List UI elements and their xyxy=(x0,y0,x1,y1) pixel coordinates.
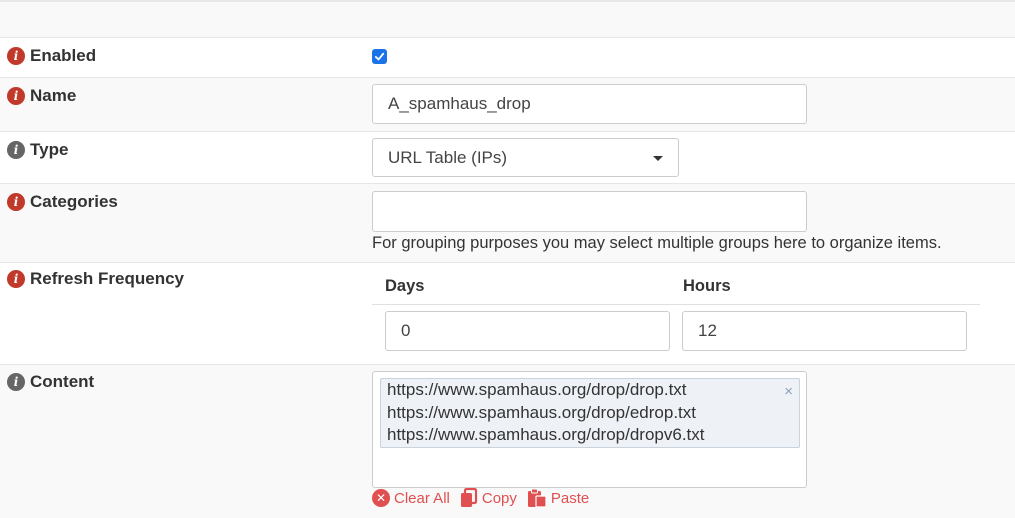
clear-circle-icon: ✕ xyxy=(372,489,390,507)
content-url-item: https://www.spamhaus.org/drop/drop.txt xyxy=(387,380,687,399)
paste-button[interactable]: Paste xyxy=(527,488,589,508)
type-label-text: Type xyxy=(30,140,69,159)
refresh-header-divider xyxy=(372,304,980,305)
categories-help-text: For grouping purposes you may select mul… xyxy=(372,234,942,252)
info-icon[interactable]: i xyxy=(7,47,25,65)
content-url-item: https://www.spamhaus.org/drop/dropv6.txt xyxy=(387,425,705,444)
enabled-row: i Enabled xyxy=(0,38,1015,78)
type-select-value: URL Table (IPs) xyxy=(388,147,508,167)
content-tag[interactable]: https://www.spamhaus.org/drop/drop.txt h… xyxy=(380,378,800,448)
content-label: i Content xyxy=(7,372,94,392)
info-icon[interactable]: i xyxy=(7,193,25,211)
clear-all-label: Clear All xyxy=(394,489,450,507)
clear-all-button[interactable]: ✕ Clear All xyxy=(372,489,450,507)
info-icon[interactable]: i xyxy=(7,270,25,288)
categories-label: i Categories xyxy=(7,192,118,212)
name-row: i Name A_spamhaus_drop xyxy=(0,78,1015,132)
info-icon[interactable]: i xyxy=(7,141,25,159)
name-label-text: Name xyxy=(30,86,77,105)
checkmark-icon xyxy=(374,52,385,61)
info-icon[interactable]: i xyxy=(7,87,25,105)
paste-label: Paste xyxy=(550,489,590,507)
type-label: i Type xyxy=(7,140,68,160)
content-actions: ✕ Clear All Copy Paste xyxy=(372,488,589,508)
days-header: Days xyxy=(385,277,425,295)
remove-tag-icon[interactable]: × xyxy=(784,381,793,404)
enabled-label-text: Enabled xyxy=(30,46,97,65)
copy-icon xyxy=(460,488,477,507)
name-label: i Name xyxy=(7,86,76,106)
type-select[interactable]: URL Table (IPs) xyxy=(372,138,679,177)
hours-input-value: 12 xyxy=(698,321,717,340)
copy-button[interactable]: Copy xyxy=(460,488,517,508)
enabled-checkbox[interactable] xyxy=(372,49,387,64)
categories-input[interactable] xyxy=(372,191,807,232)
categories-row: i Categories For grouping purposes you m… xyxy=(0,184,1015,263)
days-input-value: 0 xyxy=(401,321,411,340)
paste-icon xyxy=(527,488,547,508)
refresh-frequency-row: i Refresh Frequency Days Hours 0 12 xyxy=(0,263,1015,365)
name-input-value: A_spamhaus_drop xyxy=(388,94,531,113)
enabled-label: i Enabled xyxy=(7,46,96,66)
hours-header: Hours xyxy=(683,277,731,295)
content-label-text: Content xyxy=(30,372,95,391)
content-tag-input[interactable]: https://www.spamhaus.org/drop/drop.txt h… xyxy=(372,371,807,488)
form-header-band xyxy=(0,0,1015,38)
refresh-frequency-label: i Refresh Frequency xyxy=(7,269,184,289)
refresh-frequency-label-text: Refresh Frequency xyxy=(30,269,184,288)
caret-down-icon xyxy=(653,155,663,161)
copy-label: Copy xyxy=(481,489,517,507)
days-input[interactable]: 0 xyxy=(385,311,670,351)
content-url-item: https://www.spamhaus.org/drop/edrop.txt xyxy=(387,402,696,422)
hours-input[interactable]: 12 xyxy=(682,311,967,351)
info-icon[interactable]: i xyxy=(7,373,25,391)
name-input[interactable]: A_spamhaus_drop xyxy=(372,84,807,124)
categories-label-text: Categories xyxy=(30,192,118,211)
type-row: i Type URL Table (IPs) xyxy=(0,132,1015,184)
